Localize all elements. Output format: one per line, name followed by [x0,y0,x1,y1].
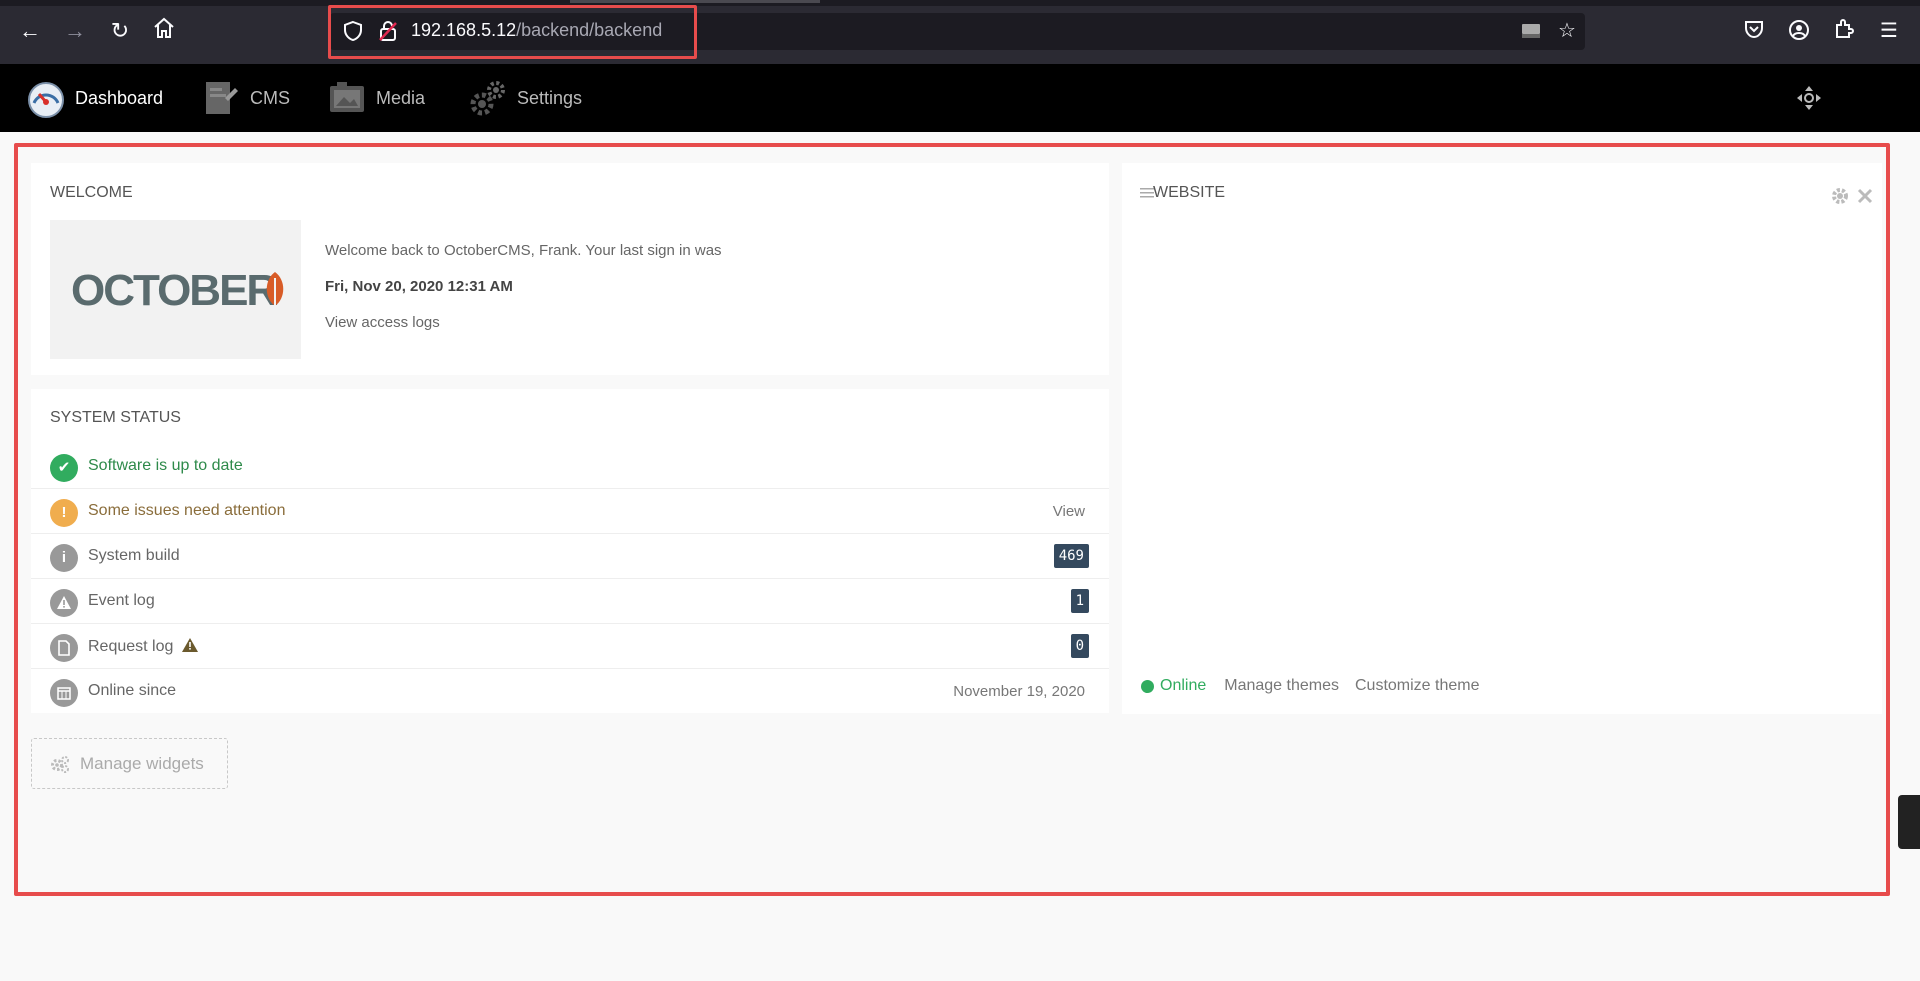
bookmark-star-icon[interactable]: ☆ [1555,19,1579,43]
home-icon[interactable] [150,16,178,44]
content-highlight-box [14,143,1890,896]
account-icon[interactable] [1786,18,1812,44]
nav-label-dashboard: Dashboard [75,87,164,108]
dashboard-gauge-icon [28,82,64,118]
nav-item-media[interactable]: Media [327,76,425,120]
nav-item-cms[interactable]: CMS [201,76,290,120]
menu-hamburger-icon[interactable]: ☰ [1876,18,1902,44]
active-tab-indicator [570,0,820,3]
back-icon[interactable]: ← [16,17,44,45]
extensions-icon[interactable] [1831,18,1857,44]
cms-icon [206,82,238,114]
tab-strip [0,0,1920,6]
nav-label-media: Media [376,87,426,108]
forward-icon[interactable]: → [61,17,89,45]
preview-crosshair-icon[interactable] [1795,84,1823,112]
browser-toolbar: ← → ↻ 192.168.5.12/backend/backend ☆ ☰ [0,0,1920,64]
backend-navbar: Dashboard CMS Media Settings [0,64,1920,132]
nav-label-settings: Settings [517,87,583,108]
side-panel-handle[interactable] [1898,795,1920,849]
pocket-icon[interactable] [1741,18,1767,44]
media-icon [330,82,364,112]
nav-label-cms: CMS [250,87,290,108]
nav-item-dashboard[interactable]: Dashboard [26,76,163,120]
url-highlight-box [328,5,697,59]
reload-icon[interactable]: ↻ [106,17,134,45]
nav-item-settings[interactable]: Settings [468,76,582,120]
settings-gears-icon [470,81,505,116]
reader-view-icon[interactable] [1519,19,1543,43]
